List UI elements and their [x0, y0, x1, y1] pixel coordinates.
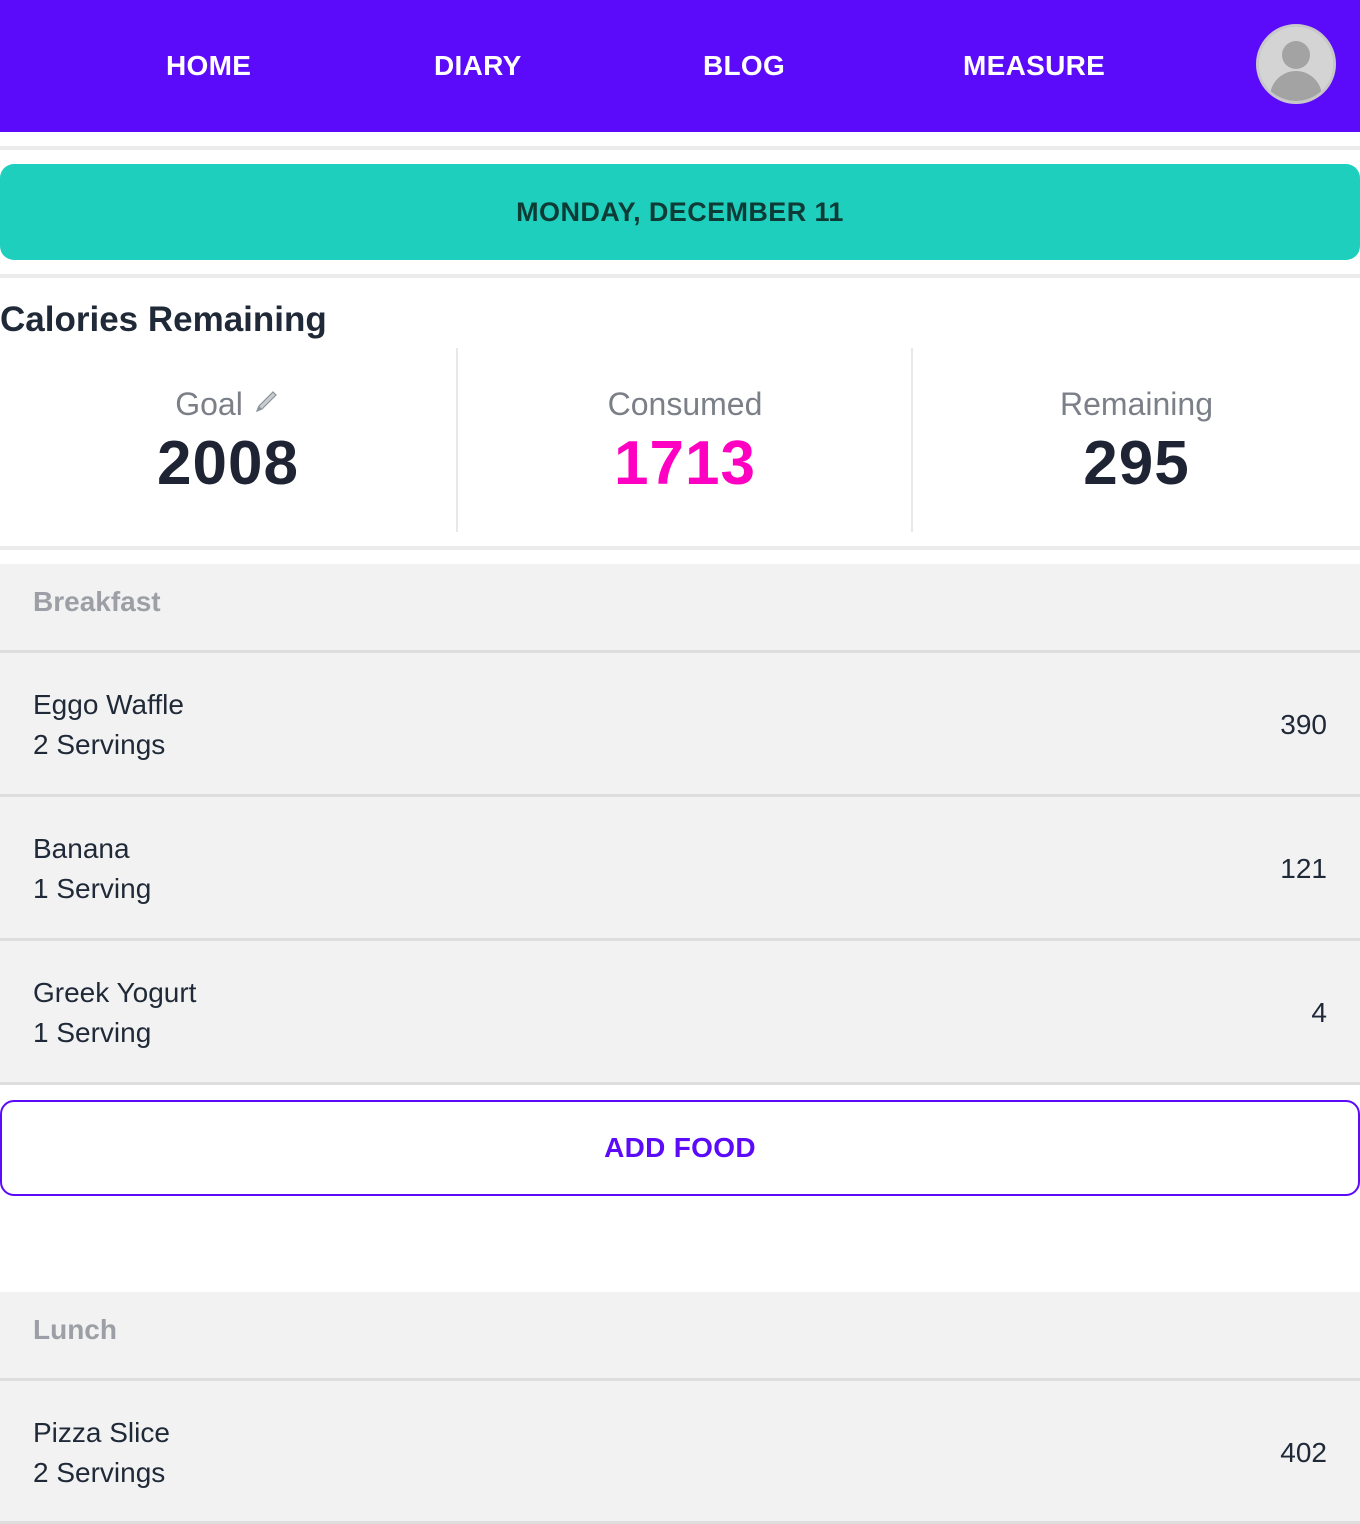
- remaining-value: 295: [1083, 429, 1190, 498]
- remaining-stat: Remaining 295: [913, 348, 1360, 532]
- food-name: Greek Yogurt: [33, 977, 197, 1008]
- nav-diary-link[interactable]: DIARY: [434, 50, 522, 82]
- food-name: Pizza Slice: [33, 1417, 170, 1448]
- row-separator: [0, 1082, 1360, 1085]
- food-serving: 2 Servings: [33, 729, 166, 760]
- food-calories: 4: [1311, 997, 1327, 1028]
- divider: [0, 546, 1360, 550]
- food-row-pizza-slice[interactable]: Pizza Slice 2 Servings 402: [0, 1381, 1360, 1523]
- nav-blog-link[interactable]: BLOG: [703, 50, 785, 82]
- add-food-button[interactable]: ADD FOOD: [0, 1100, 1360, 1196]
- food-name: Banana: [33, 833, 130, 864]
- divider: [0, 146, 1360, 150]
- calories-remaining-title: Calories Remaining: [0, 300, 327, 339]
- user-avatar-icon[interactable]: [1256, 24, 1336, 104]
- food-row-banana[interactable]: Banana 1 Serving 121: [0, 797, 1360, 939]
- goal-stat: Goal 2008: [0, 348, 456, 532]
- lunch-header: Lunch: [0, 1292, 1360, 1380]
- food-calories: 402: [1280, 1437, 1327, 1468]
- food-serving: 1 Serving: [33, 873, 152, 904]
- date-selector-button[interactable]: MONDAY, DECEMBER 11: [0, 164, 1360, 260]
- breakfast-header: Breakfast: [0, 564, 1360, 652]
- consumed-stat: Consumed 1713: [458, 348, 912, 532]
- nav-measure-link[interactable]: MEASURE: [963, 50, 1105, 82]
- breakfast-title: Breakfast: [33, 586, 161, 617]
- lunch-title: Lunch: [33, 1314, 117, 1345]
- food-calories: 390: [1280, 709, 1327, 740]
- consumed-label: Consumed: [607, 386, 763, 422]
- nav-home-link[interactable]: HOME: [166, 50, 251, 82]
- goal-value: 2008: [157, 429, 299, 498]
- remaining-label: Remaining: [1060, 386, 1213, 422]
- top-nav: HOME DIARY BLOG MEASURE: [0, 0, 1360, 132]
- food-row-greek-yogurt[interactable]: Greek Yogurt 1 Serving 4: [0, 941, 1360, 1083]
- pencil-icon[interactable]: [251, 387, 281, 417]
- food-calories: 121: [1280, 853, 1327, 884]
- goal-label-row: Goal: [0, 386, 456, 423]
- food-row-eggo-waffle[interactable]: Eggo Waffle 2 Servings 390: [0, 653, 1360, 795]
- avatar-head-shape: [1282, 41, 1310, 69]
- food-serving: 2 Servings: [33, 1457, 166, 1488]
- divider: [0, 274, 1360, 278]
- avatar-body-shape: [1270, 71, 1322, 101]
- food-name: Eggo Waffle: [33, 689, 184, 720]
- consumed-value: 1713: [614, 429, 756, 498]
- goal-label: Goal: [175, 386, 243, 422]
- food-serving: 1 Serving: [33, 1017, 152, 1048]
